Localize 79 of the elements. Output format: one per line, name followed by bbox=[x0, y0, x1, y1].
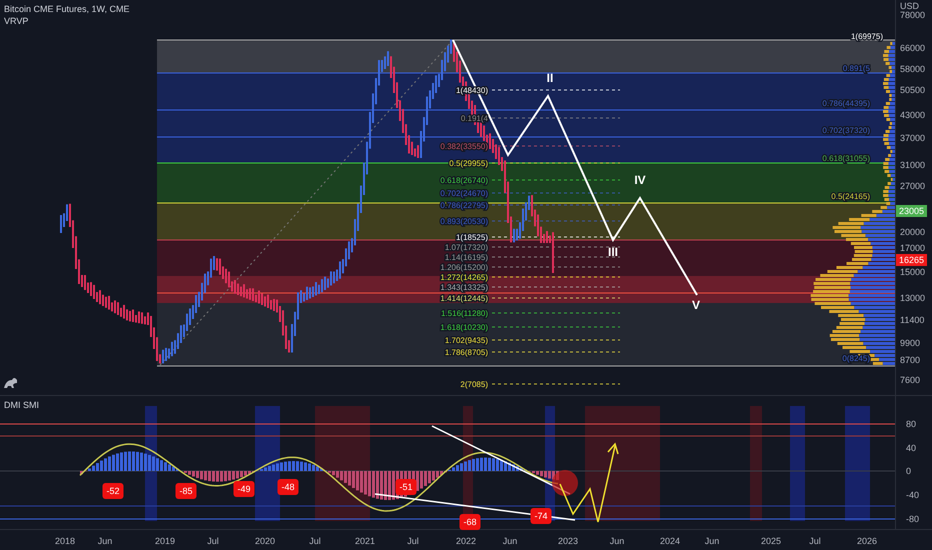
time-tick: 2025 bbox=[760, 536, 782, 546]
fib-level-label: 0.382(33550) bbox=[440, 142, 488, 151]
value-badge: -51 bbox=[396, 479, 416, 495]
fib-level-label: 0.891(5 bbox=[842, 64, 870, 73]
time-tick: Jun bbox=[98, 536, 112, 546]
fib-level-label: 0.702(37320) bbox=[822, 126, 870, 135]
price-tick: 17000 bbox=[900, 243, 926, 253]
time-tick: 2026 bbox=[856, 536, 878, 546]
price-tick: 11400 bbox=[900, 315, 924, 325]
time-tick: Jun bbox=[704, 536, 720, 546]
fib-level-label: 1.272(14265) bbox=[440, 273, 488, 282]
value-badge: -52 bbox=[102, 483, 124, 499]
chart-title: Bitcoin CME Futures, 1W, CME bbox=[4, 4, 130, 14]
price-tick: 50500 bbox=[900, 85, 926, 95]
price-badge: 23005 bbox=[896, 205, 928, 217]
time-tick: 2019 bbox=[154, 536, 176, 546]
price-tick: 7600 bbox=[900, 375, 920, 385]
price-tick: 43000 bbox=[900, 110, 926, 120]
price-tick: 13000 bbox=[900, 293, 926, 303]
price-tick: 9900 bbox=[900, 338, 920, 348]
fib-level-label: 0.618(31055) bbox=[822, 154, 870, 163]
fib-level-label: 0.893(20530) bbox=[440, 217, 488, 226]
oscillator-tick: -80 bbox=[906, 514, 920, 524]
time-tick: Jul bbox=[809, 536, 821, 546]
oscillator-tick: 0 bbox=[906, 466, 912, 476]
time-tick: Jul bbox=[309, 536, 321, 546]
oscillator-tick: 80 bbox=[906, 419, 916, 429]
price-badge: 16265 bbox=[896, 254, 928, 266]
wave-label: III bbox=[608, 245, 618, 259]
time-tick: Jul bbox=[207, 536, 219, 546]
fib-level-label: 1.206(15200) bbox=[440, 263, 488, 272]
time-tick: Jul bbox=[407, 536, 419, 546]
fib-level-label: 0.618(26740) bbox=[440, 176, 488, 185]
fib-level-label: 1.516(11280) bbox=[441, 309, 488, 318]
indicator-name: VRVP bbox=[4, 16, 30, 26]
time-tick: 2021 bbox=[354, 536, 376, 546]
fib-level-label: 0.702(24670) bbox=[440, 189, 488, 198]
fib-level-label: 0.5(24165) bbox=[831, 192, 870, 201]
time-tick: 2020 bbox=[254, 536, 276, 546]
price-tick: 20000 bbox=[900, 227, 926, 237]
oscillator-tick: 40 bbox=[906, 443, 916, 453]
dinosaur-icon bbox=[4, 378, 17, 388]
wave-label: V bbox=[692, 298, 700, 312]
time-tick: 2024 bbox=[660, 536, 680, 546]
value-badge: -48 bbox=[278, 479, 298, 495]
price-tick: 27000 bbox=[900, 181, 926, 191]
indicator-title: DMI SMI bbox=[4, 400, 39, 410]
fib-level-label: 1.618(10230) bbox=[440, 323, 488, 332]
time-tick: Jun bbox=[610, 536, 624, 546]
wave-label: II bbox=[546, 71, 554, 85]
value-badge: -68 bbox=[460, 514, 480, 530]
time-tick: 2018 bbox=[54, 536, 76, 546]
value-badge: -49 bbox=[234, 481, 254, 497]
fib-level-label: 0.786(22795) bbox=[440, 201, 488, 210]
wave-label: IV bbox=[634, 173, 646, 187]
currency-label: USD bbox=[900, 1, 920, 11]
fib-level-label: 1.414(12445) bbox=[440, 294, 488, 303]
value-badge: -74 bbox=[530, 508, 552, 524]
time-tick: 2022 bbox=[456, 536, 476, 546]
fib-level-label: 1.07(17320) bbox=[444, 243, 488, 252]
fib-level-label: 0(8245) bbox=[842, 354, 870, 363]
fib-level-label: 1.343(13325) bbox=[440, 283, 488, 292]
fib-level-label: 1.14(16195) bbox=[444, 253, 488, 262]
time-tick: Jun bbox=[502, 536, 518, 546]
time-tick: 2023 bbox=[558, 536, 578, 546]
fib-level-label: 1.702(9435) bbox=[444, 336, 488, 345]
price-tick: 78000 bbox=[900, 10, 926, 20]
price-tick: 15000 bbox=[900, 267, 926, 277]
price-tick: 58000 bbox=[900, 64, 926, 74]
price-tick: 66000 bbox=[900, 43, 926, 53]
oscillator-tick: -40 bbox=[906, 490, 920, 500]
value-badge: -85 bbox=[176, 483, 196, 499]
fib-level-label: 2(7085) bbox=[460, 380, 488, 389]
price-tick: 31000 bbox=[900, 160, 926, 170]
price-tick: 37000 bbox=[900, 133, 926, 143]
fib-level-label: 0.786(44395) bbox=[822, 99, 870, 108]
fib-level-label: 1.786(8705) bbox=[444, 348, 488, 357]
price-tick: 8700 bbox=[900, 355, 920, 365]
fib-level-label: 1(69975) bbox=[850, 32, 883, 41]
